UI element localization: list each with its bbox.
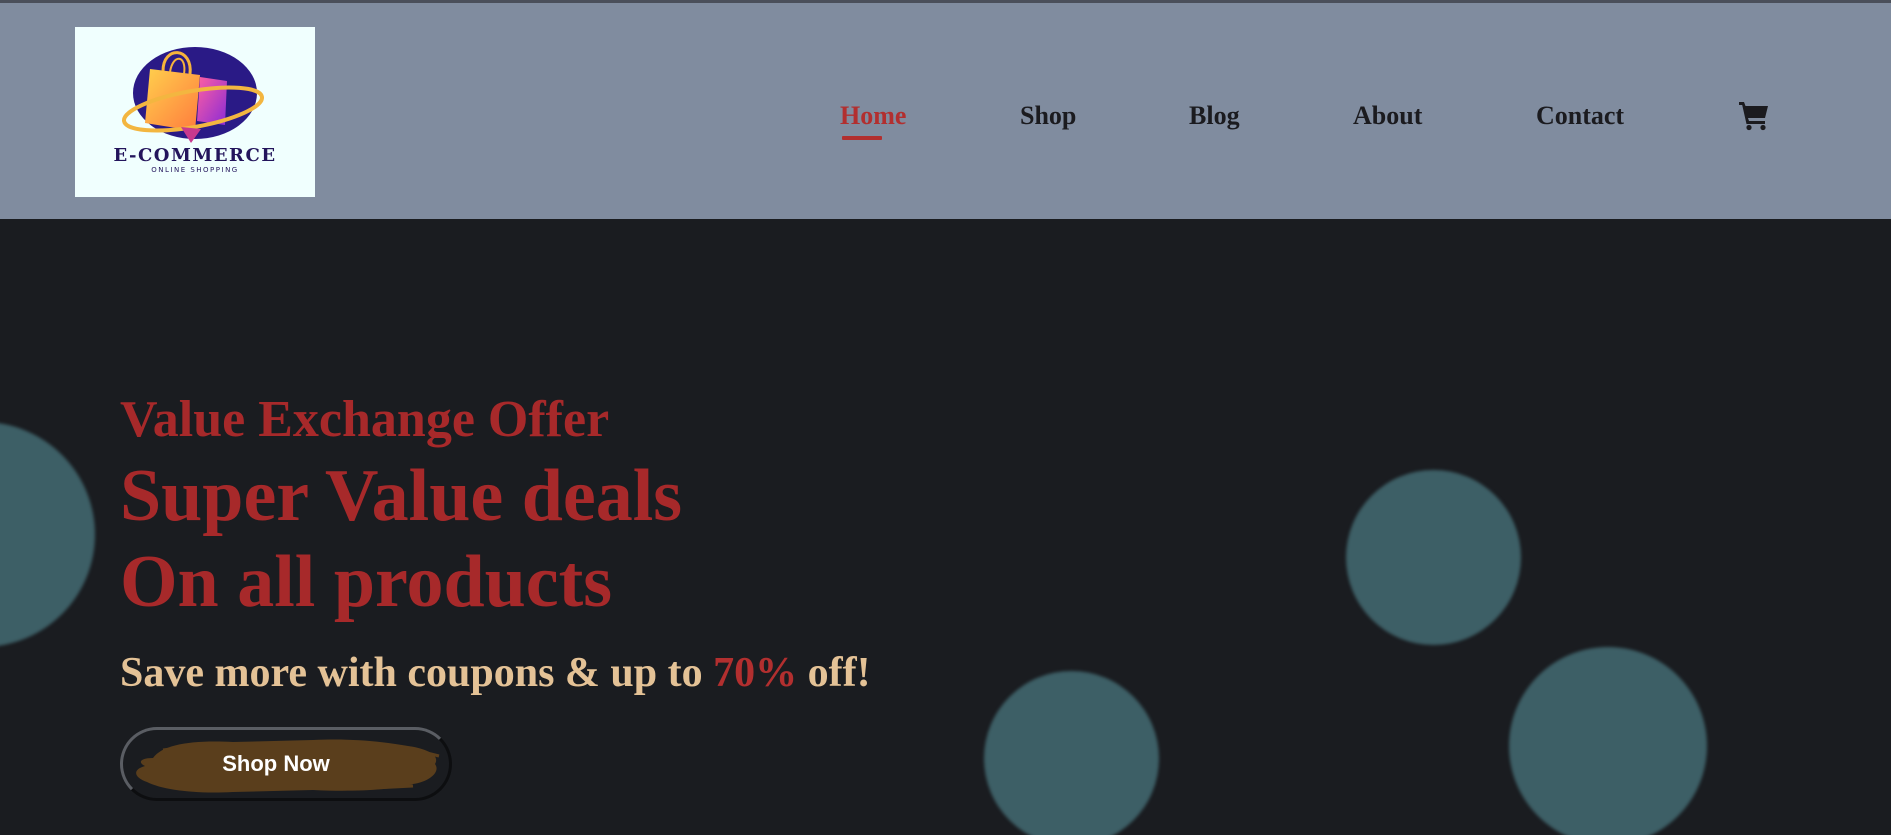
nav-item-blog[interactable]: Blog <box>1189 100 1240 132</box>
nav-item-home[interactable]: Home <box>840 100 906 132</box>
tagline-suffix: off! <box>807 650 871 696</box>
hero-section: Value Exchange Offer Super Value deals O… <box>0 219 1891 835</box>
brand-name: E-COMMERCE <box>113 145 277 166</box>
site-header: E-COMMERCE ONLINE SHOPPING Home Shop Blo… <box>0 0 1891 219</box>
decorative-circle <box>984 671 1159 835</box>
active-nav-indicator <box>842 136 882 140</box>
nav-item-about[interactable]: About <box>1353 100 1422 132</box>
decorative-circle <box>1509 647 1707 835</box>
brand-logo[interactable]: E-COMMERCE ONLINE SHOPPING <box>75 27 315 197</box>
shop-now-button[interactable]: Shop Now <box>120 727 452 801</box>
hero-tagline: Save more with coupons & up to 70% off! <box>120 652 871 694</box>
nav-item-shop[interactable]: Shop <box>1020 100 1076 132</box>
decorative-circle <box>0 422 95 647</box>
hero-headline-line2: On all products <box>120 541 613 623</box>
brand-tagline: ONLINE SHOPPING <box>151 166 239 174</box>
nav-item-contact[interactable]: Contact <box>1536 100 1624 132</box>
discount-percentage: 70% <box>713 650 798 696</box>
shopping-cart-icon[interactable] <box>1738 99 1770 131</box>
shop-now-label: Shop Now <box>222 751 330 776</box>
hero-eyebrow: Value Exchange Offer <box>120 391 610 448</box>
decorative-circle <box>1346 470 1521 645</box>
hero-headline-line1: Super Value deals <box>120 455 683 537</box>
tagline-prefix: Save more with coupons & up to <box>120 650 703 696</box>
